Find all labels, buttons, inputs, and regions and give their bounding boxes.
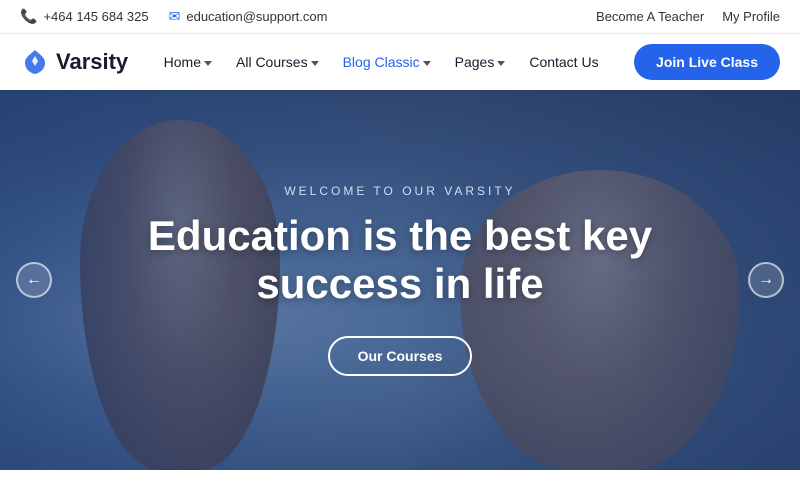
logo-text: Varsity [56,49,128,75]
my-profile-link[interactable]: My Profile [722,9,780,24]
hero-prev-arrow[interactable]: ← [16,262,52,298]
logo[interactable]: Varsity [20,47,128,77]
chevron-down-icon [423,61,431,66]
nav-label-blog-text: Blog Classic [343,54,420,70]
nav-item-contact[interactable]: Contact Us [519,48,608,76]
nav-link-pages[interactable]: Pages [445,48,516,76]
logo-icon [20,47,50,77]
our-courses-button[interactable]: Our Courses [328,336,473,376]
nav-links: Home All Courses WELCOME TO OUR VARSITY … [154,48,609,76]
nav-label-contact: Contact Us [529,54,598,70]
nav-item-pages[interactable]: Pages [445,48,516,76]
chevron-down-icon [311,61,319,66]
chevron-down-icon [204,61,212,66]
hero-content: WELCOME TO OUR VARSITY Education is the … [128,184,672,377]
nav-link-contact[interactable]: Contact Us [519,48,608,76]
nav-link-courses[interactable]: All Courses [226,48,329,76]
nav-item-courses[interactable]: All Courses [226,48,329,76]
nav-item-home[interactable]: Home [154,48,222,76]
join-live-class-button[interactable]: Join Live Class [634,44,780,80]
nav-link-home[interactable]: Home [154,48,222,76]
hero-next-arrow[interactable]: → [748,262,784,298]
phone-icon: 📞 [20,8,37,25]
email-address: education@support.com [186,9,327,24]
hero-title: Education is the best key success in lif… [148,212,652,309]
top-bar: 📞 +464 145 684 325 ✉ education@support.c… [0,0,800,34]
phone-item: 📞 +464 145 684 325 [20,8,149,25]
nav-link-blog[interactable]: WELCOME TO OUR VARSITY Blog Classic [333,48,441,76]
phone-number: +464 145 684 325 [43,9,148,24]
hero-title-line2: success in life [256,260,543,307]
hero-title-line1: Education is the best key [148,212,652,259]
navbar: Varsity Home All Courses WELCOME TO OUR … [0,34,800,90]
nav-item-blog[interactable]: WELCOME TO OUR VARSITY Blog Classic [333,48,441,76]
hero-subtitle: WELCOME TO OUR VARSITY [148,184,652,198]
top-bar-links: Become A Teacher My Profile [596,9,780,24]
become-teacher-link[interactable]: Become A Teacher [596,9,704,24]
hero-section: WELCOME TO OUR VARSITY Education is the … [0,90,800,470]
email-icon: ✉ [169,8,181,25]
nav-label-courses: All Courses [236,54,308,70]
top-bar-contact: 📞 +464 145 684 325 ✉ education@support.c… [20,8,327,25]
email-item: ✉ education@support.com [169,8,328,25]
nav-label-home: Home [164,54,201,70]
nav-label-pages: Pages [455,54,495,70]
chevron-down-icon [497,61,505,66]
